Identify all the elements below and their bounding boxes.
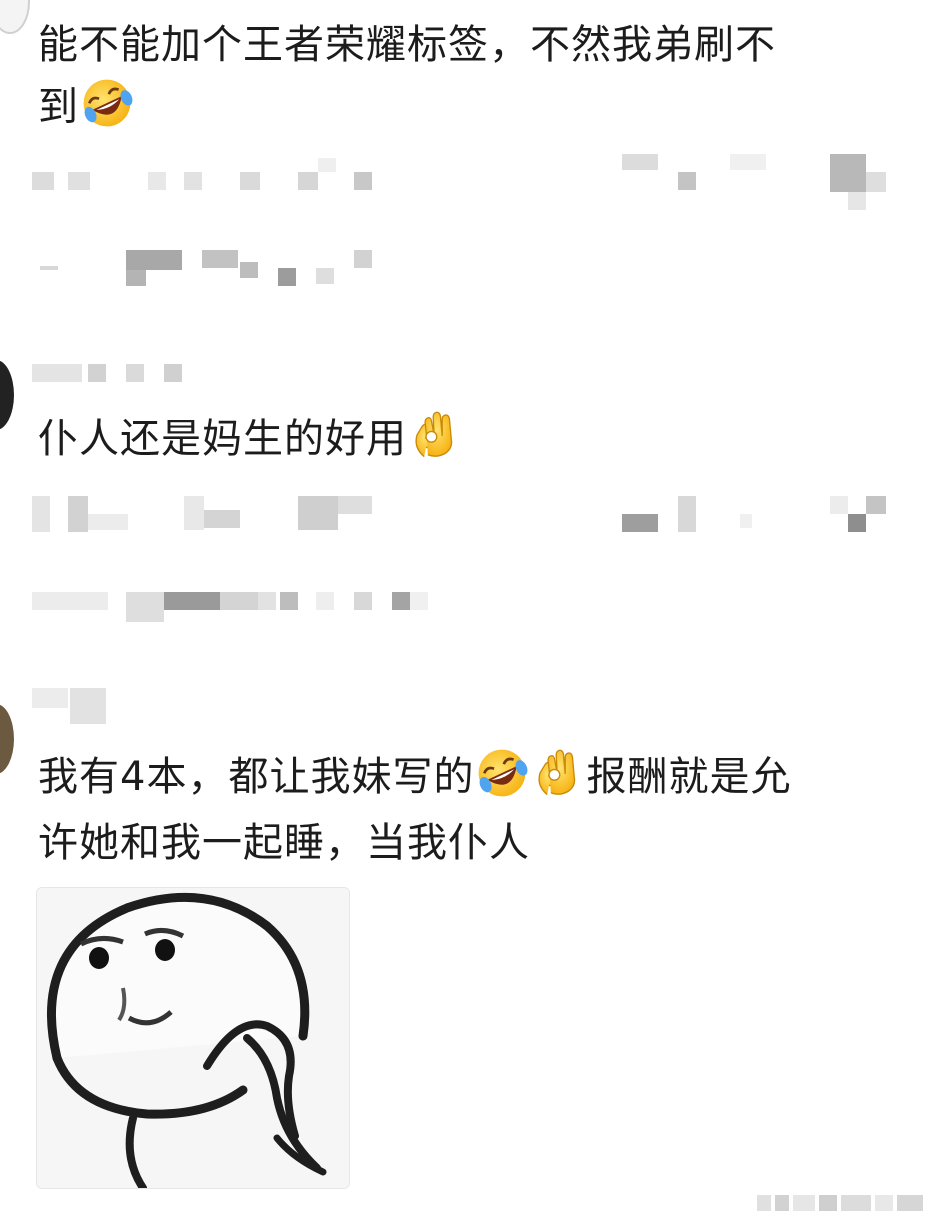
comment-line: 我有4本，都让我妹写的 bbox=[38, 754, 475, 800]
rolling-laughing-emoji bbox=[475, 746, 529, 800]
meme-image[interactable] bbox=[36, 887, 350, 1189]
avatar-partial[interactable] bbox=[0, 0, 30, 34]
ok-hand-emoji bbox=[408, 408, 462, 462]
avatar-partial[interactable] bbox=[0, 704, 14, 774]
pixelated-watermark bbox=[757, 1195, 923, 1211]
comment-line: 仆人还是妈生的好用 bbox=[38, 416, 407, 462]
meme-face-drawing bbox=[37, 888, 349, 1188]
comment-text: 到 bbox=[38, 76, 135, 138]
comment-line: 许她和我一起睡，当我仆人 bbox=[38, 820, 530, 866]
comment-line: 能不能加个王者荣耀标签，不然我弟刷不 bbox=[38, 22, 776, 68]
comment-line: 到 bbox=[38, 84, 79, 130]
comment-text: 仆人还是妈生的好用 bbox=[38, 408, 463, 470]
comment-line: 报酬就是允 bbox=[586, 754, 792, 800]
comment-text: 许她和我一起睡，当我仆人 bbox=[38, 812, 530, 874]
comment-text: 能不能加个王者荣耀标签，不然我弟刷不 bbox=[38, 14, 776, 76]
rolling-laughing-emoji bbox=[80, 76, 134, 130]
comment-text: 我有4本，都让我妹写的 报酬就是允 bbox=[38, 746, 791, 808]
ok-hand-emoji bbox=[531, 746, 585, 800]
avatar-partial[interactable] bbox=[0, 360, 14, 430]
